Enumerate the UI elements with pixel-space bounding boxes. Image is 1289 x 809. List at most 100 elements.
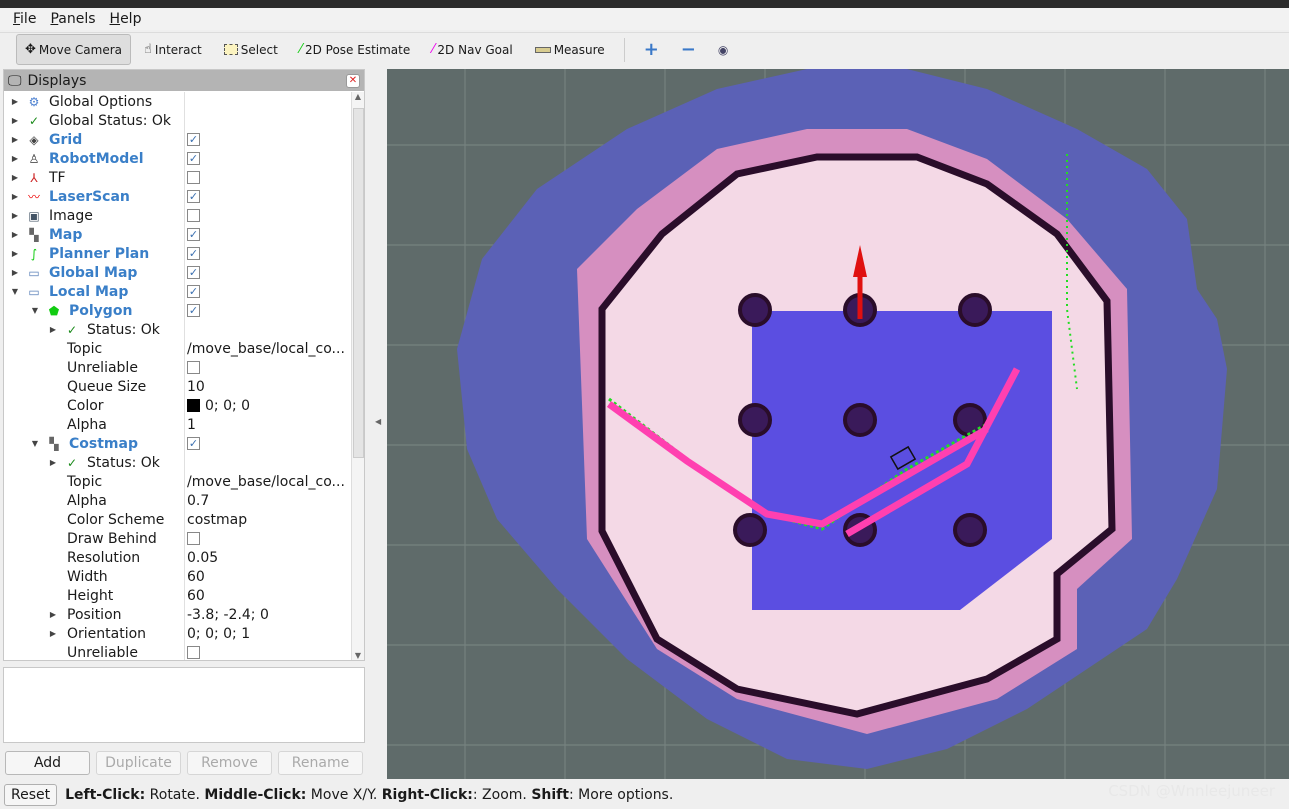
row-value[interactable]: costmap	[187, 512, 347, 528]
visibility-checkbox[interactable]: ✓	[187, 247, 200, 260]
tree-row[interactable]: ▶ ◈ Grid ✓	[4, 130, 351, 149]
tree-row[interactable]: ▶ ⚙ Global Options	[4, 92, 351, 111]
tree-row[interactable]: ▶ 〰 LaserScan ✓	[4, 187, 351, 206]
tree-row[interactable]: Resolution 0.05	[4, 548, 351, 567]
tree-row[interactable]: ▼ ▭ Local Map ✓	[4, 282, 351, 301]
tool-move-camera[interactable]: ✥ Move Camera	[16, 34, 131, 65]
visibility-checkbox[interactable]: ✓	[187, 190, 200, 203]
tree-row[interactable]: ▶ ♙ RobotModel ✓	[4, 149, 351, 168]
row-value[interactable]: -3.8; -2.4; 0	[187, 607, 347, 623]
visibility-checkbox[interactable]	[187, 646, 200, 659]
remove-tool-button[interactable]: −	[672, 34, 705, 65]
tool-interact[interactable]: ☝ Interact	[135, 34, 211, 65]
tree-row[interactable]: ▶ ▣ Image	[4, 206, 351, 225]
expanded-arrow-icon[interactable]: ▼	[30, 306, 40, 315]
add-button[interactable]: Add	[5, 751, 90, 775]
tree-row[interactable]: Draw Behind	[4, 529, 351, 548]
tree-row[interactable]: Color Scheme costmap	[4, 510, 351, 529]
tree-row[interactable]: ▶ ✓ Status: Ok	[4, 453, 351, 472]
row-value[interactable]: 1	[187, 417, 347, 433]
collapsed-arrow-icon[interactable]: ▶	[10, 135, 20, 144]
tree-row[interactable]: ▶ ✓ Global Status: Ok	[4, 111, 351, 130]
tool-select[interactable]: Select	[215, 34, 287, 65]
collapsed-arrow-icon[interactable]: ▶	[48, 458, 58, 467]
remove-button[interactable]: Remove	[187, 751, 272, 775]
tree-row[interactable]: Unreliable	[4, 643, 351, 662]
close-icon[interactable]: ✕	[346, 73, 360, 88]
row-value[interactable]: /move_base/local_co...	[187, 474, 347, 490]
collapse-left-icon[interactable]: ◀	[375, 417, 381, 426]
collapsed-arrow-icon[interactable]: ▶	[10, 192, 20, 201]
tree-row[interactable]: Unreliable	[4, 358, 351, 377]
visibility-checkbox[interactable]: ✓	[187, 304, 200, 317]
expanded-arrow-icon[interactable]: ▼	[30, 439, 40, 448]
tree-row[interactable]: Alpha 1	[4, 415, 351, 434]
tree-row[interactable]: ▶ ▭ Global Map ✓	[4, 263, 351, 282]
tool-2d-pose-estimate[interactable]: ⁄ 2D Pose Estimate	[291, 34, 419, 65]
collapsed-arrow-icon[interactable]: ▶	[48, 629, 58, 638]
visibility-checkbox[interactable]: ✓	[187, 437, 200, 450]
duplicate-button[interactable]: Duplicate	[96, 751, 181, 775]
visibility-checkbox[interactable]	[187, 532, 200, 545]
view-options-button[interactable]: ◉	[709, 34, 737, 65]
visibility-checkbox[interactable]: ✓	[187, 152, 200, 165]
visibility-checkbox[interactable]: ✓	[187, 228, 200, 241]
row-value[interactable]: 0; 0; 0; 1	[187, 626, 347, 642]
tree-row[interactable]: ▶ Position -3.8; -2.4; 0	[4, 605, 351, 624]
tree-row[interactable]: Width 60	[4, 567, 351, 586]
collapsed-arrow-icon[interactable]: ▶	[48, 325, 58, 334]
scrollbar-thumb[interactable]	[353, 108, 364, 458]
collapsed-arrow-icon[interactable]: ▶	[10, 268, 20, 277]
row-value[interactable]: 60	[187, 569, 347, 585]
render-canvas[interactable]	[387, 69, 1289, 779]
collapsed-arrow-icon[interactable]: ▶	[10, 249, 20, 258]
expanded-arrow-icon[interactable]: ▼	[10, 287, 20, 296]
add-tool-button[interactable]: +	[635, 34, 668, 65]
row-value[interactable]: 60	[187, 588, 347, 604]
tree-row[interactable]: Queue Size 10	[4, 377, 351, 396]
row-value[interactable]: 0.05	[187, 550, 347, 566]
row-value[interactable]: 0; 0; 0	[187, 398, 347, 414]
3d-render-view[interactable]	[387, 69, 1289, 779]
tree-row[interactable]: Color 0; 0; 0	[4, 396, 351, 415]
tree-row[interactable]: Topic/move_base/local_co...	[4, 472, 351, 491]
visibility-checkbox[interactable]: ✓	[187, 266, 200, 279]
collapsed-arrow-icon[interactable]: ▶	[10, 154, 20, 163]
visibility-checkbox[interactable]	[187, 171, 200, 184]
tool-2d-nav-goal[interactable]: ⁄ 2D Nav Goal	[423, 34, 521, 65]
tool-measure[interactable]: Measure	[526, 34, 614, 65]
tree-row[interactable]: ▶ Orientation 0; 0; 0; 1	[4, 624, 351, 643]
collapsed-arrow-icon[interactable]: ▶	[10, 116, 20, 125]
vertical-scrollbar[interactable]: ▲ ▼	[351, 92, 364, 660]
menu-file[interactable]: File	[8, 11, 41, 27]
collapsed-arrow-icon[interactable]: ▶	[10, 173, 20, 182]
visibility-checkbox[interactable]	[187, 209, 200, 222]
row-value[interactable]: /move_base/local_co...	[187, 341, 347, 357]
panel-splitter[interactable]: ◀	[371, 69, 385, 779]
collapsed-arrow-icon[interactable]: ▶	[10, 211, 20, 220]
tree-row[interactable]: ▼ ⬟ Polygon ✓	[4, 301, 351, 320]
tree-row[interactable]: ▶ ▚ Map ✓	[4, 225, 351, 244]
menu-help[interactable]: Help	[105, 11, 147, 27]
tree-row[interactable]: Alpha 0.7	[4, 491, 351, 510]
rename-button[interactable]: Rename	[278, 751, 363, 775]
row-value[interactable]: 10	[187, 379, 347, 395]
tree-row[interactable]: Height 60	[4, 586, 351, 605]
scroll-down-icon[interactable]: ▼	[352, 651, 364, 660]
collapsed-arrow-icon[interactable]: ▶	[10, 97, 20, 106]
tree-row[interactable]: ▶ ⅄ TF	[4, 168, 351, 187]
visibility-checkbox[interactable]	[187, 361, 200, 374]
scroll-up-icon[interactable]: ▲	[352, 92, 364, 101]
reset-button[interactable]: Reset	[4, 784, 58, 806]
color-swatch[interactable]	[187, 398, 200, 412]
tree-row[interactable]: ▶ ✓ Status: Ok	[4, 320, 351, 339]
tree-row[interactable]: ▶ ∫ Planner Plan ✓	[4, 244, 351, 263]
collapsed-arrow-icon[interactable]: ▶	[10, 230, 20, 239]
row-value[interactable]: 0.7	[187, 493, 347, 509]
tree-row[interactable]: ▼ ▚ Costmap ✓	[4, 434, 351, 453]
visibility-checkbox[interactable]: ✓	[187, 285, 200, 298]
visibility-checkbox[interactable]: ✓	[187, 133, 200, 146]
tree-row[interactable]: Topic/move_base/local_co...	[4, 339, 351, 358]
collapsed-arrow-icon[interactable]: ▶	[48, 610, 58, 619]
menu-panels[interactable]: Panels	[45, 11, 100, 27]
